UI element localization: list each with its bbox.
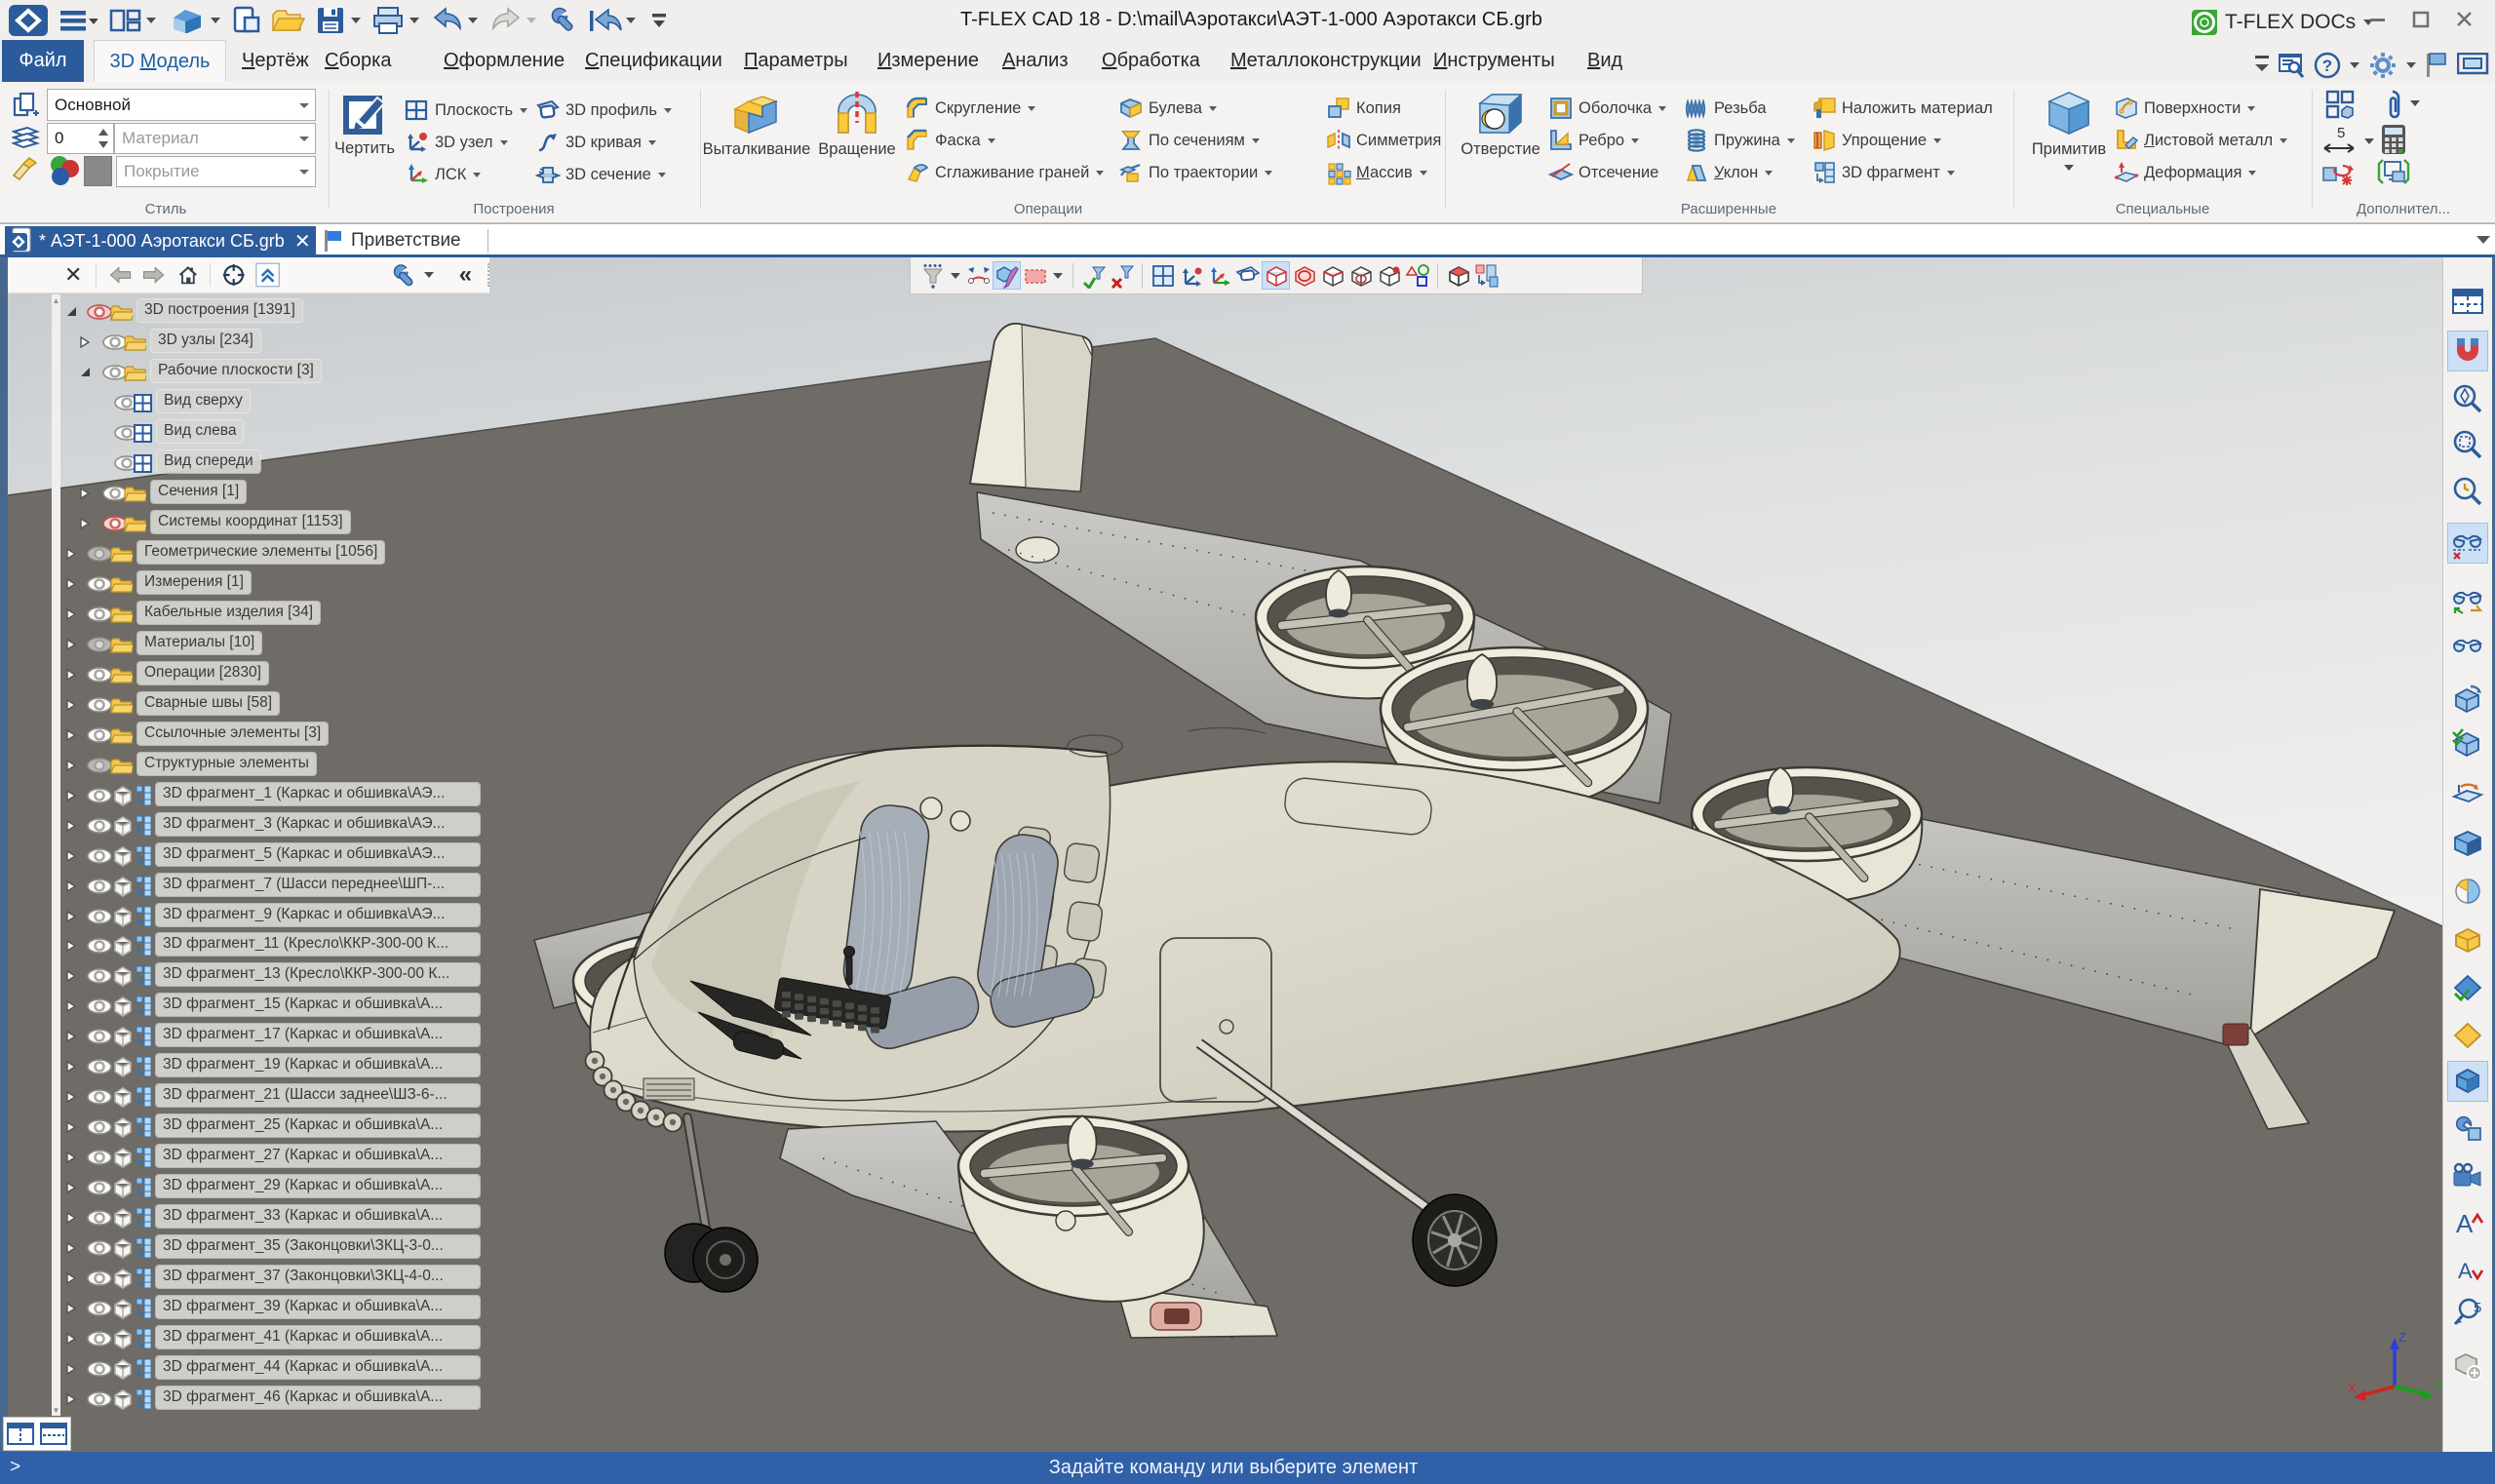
svg-text:Y: Y: [2434, 1379, 2442, 1393]
svg-text:A: A: [2458, 1259, 2473, 1283]
svg-text:Z: Z: [2398, 1330, 2406, 1345]
svg-text:A: A: [2456, 1209, 2474, 1238]
svg-text:X: X: [2348, 1381, 2357, 1395]
svg-text:5: 5: [2474, 1300, 2481, 1316]
svg-text:5: 5: [2337, 125, 2345, 141]
svg-text:?: ?: [2322, 57, 2332, 75]
